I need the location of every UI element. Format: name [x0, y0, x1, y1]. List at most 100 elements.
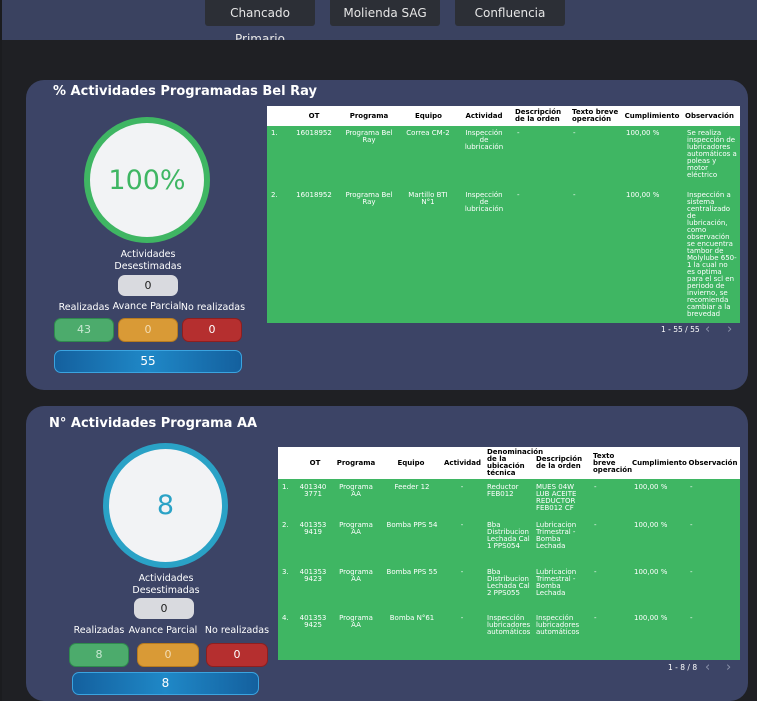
noreal-label: No realizadas — [180, 302, 246, 313]
cell-descripcion: MUES 04W LUB ACEITE REDUCTOR FEB012 CF — [536, 483, 577, 512]
cell-texto: - — [594, 568, 597, 576]
cell-descripcion: Lubricacion Trimestral - Bomba Lechada — [536, 521, 577, 550]
activities-table: OT Programa Equipo Actividad Descripción… — [267, 106, 740, 337]
cell-descripcion: - — [517, 191, 520, 199]
cell-texto: - — [594, 483, 597, 491]
cell-cumplimiento: 100,00 % — [626, 191, 660, 199]
col-actividad: Actividad — [444, 459, 482, 467]
panel-title: N° Actividades Programa AA — [49, 416, 258, 431]
gauge-value: 100% — [108, 164, 186, 196]
table-footer: 1 - 55 / 55 ‹ › — [267, 323, 740, 337]
col-actividad: Actividad — [465, 112, 503, 120]
table-header: OT Programa Equipo Actividad Denominació… — [278, 447, 740, 479]
col-equipo: Equipo — [397, 459, 425, 467]
cell-ot: 4013403771 — [299, 483, 327, 498]
tab-chancado-primario[interactable]: Chancado Primario — [205, 0, 315, 46]
noreal-label: No realizadas — [204, 625, 270, 636]
row-number: 2. — [282, 521, 289, 529]
cell-programa: Programa AA — [339, 568, 373, 583]
cell-cumplimiento: 100,00 % — [634, 521, 668, 529]
avance-label: Avance Parcial — [128, 625, 198, 636]
cell-observacion: Se realiza inspección de lubricadores au… — [687, 129, 737, 179]
col-texto: Texto breve operación — [593, 452, 633, 474]
cell-equipo: Bomba PPS 54 — [386, 521, 438, 529]
panel-bel-ray: % Actividades Programadas Bel Ray 100% A… — [26, 80, 748, 390]
cell-cumplimiento: 100,00 % — [626, 129, 660, 137]
cell-texto: - — [573, 191, 576, 199]
col-ubicacion: Denominación de la ubicación técnica — [487, 448, 544, 477]
noreal-value: 0 — [206, 643, 268, 667]
cell-equipo: Bomba PPS 55 — [386, 568, 438, 576]
realizadas-label: Realizadas — [73, 625, 125, 636]
cell-equipo: Martillo BTI N°1 — [408, 191, 448, 206]
realizadas-label: Realizadas — [58, 302, 110, 313]
total-value: 8 — [72, 672, 259, 695]
gauge-value: 8 — [156, 490, 175, 521]
prev-page-icon[interactable]: ‹ — [705, 661, 710, 674]
panel-programa-aa: N° Actividades Programa AA 8 Actividades… — [26, 406, 748, 701]
avance-value: 0 — [118, 318, 178, 342]
cell-ubicacion: Bba Distribucion Lechada Cal 1 PPS054 — [487, 521, 530, 550]
row-number: 1. — [271, 129, 278, 137]
realizadas-value: 43 — [54, 318, 114, 342]
table-footer: 1 - 8 / 8 ‹ › — [278, 660, 740, 675]
tab-confluencia[interactable]: Confluencia — [455, 0, 565, 26]
cell-programa: Programa AA — [339, 614, 373, 629]
row-number: 3. — [282, 568, 289, 576]
cell-texto: - — [594, 521, 597, 529]
pager-text: 1 - 8 / 8 — [668, 663, 698, 672]
cell-equipo: Correa CM-2 — [406, 129, 450, 137]
cell-observacion: - — [690, 483, 693, 491]
col-ot: OT — [309, 459, 321, 467]
cell-descripcion: - — [517, 129, 520, 137]
cell-ot: 4013539423 — [299, 568, 327, 583]
col-programa: Programa — [349, 112, 389, 120]
col-cumplimiento: Cumplimiento — [624, 112, 680, 120]
cell-ot: 4013539425 — [299, 614, 327, 629]
col-descripcion: Descripción de la orden — [536, 455, 583, 470]
desestimadas-label: Actividades Desestimadas — [132, 573, 200, 596]
cell-descripcion: Lubricacion Trimestral - Bomba Lechada — [536, 568, 577, 597]
cell-equipo: Feeder 12 — [394, 483, 430, 491]
col-observacion: Observación — [688, 459, 738, 467]
cell-descripcion: Inspección lubricadores automáticos — [536, 614, 580, 636]
col-cumplimiento: Cumplimiento — [632, 459, 687, 467]
noreal-value: 0 — [182, 318, 242, 342]
col-observacion: Observación — [685, 112, 734, 120]
col-programa: Programa — [336, 459, 376, 467]
cell-observacion: Inspección a sistema centralizado de lub… — [687, 191, 737, 318]
desestimadas-label: Actividades Desestimadas — [114, 249, 182, 272]
cell-observacion: - — [690, 614, 693, 622]
prev-page-icon[interactable]: ‹ — [705, 323, 710, 336]
cell-actividad: - — [460, 521, 464, 529]
cell-actividad: - — [460, 614, 464, 622]
cell-ot: 16018952 — [296, 191, 332, 199]
cell-cumplimiento: 100,00 % — [634, 568, 668, 576]
gauge-circle: 100% — [84, 117, 210, 243]
cell-equipo: Bomba N°61 — [389, 614, 435, 622]
cell-ubicacion: Reductor FEB012 — [487, 483, 519, 498]
cell-texto: - — [573, 129, 576, 137]
cell-ubicacion: Bba Distribucion Lechada Cal 2 PPS055 — [487, 568, 530, 597]
tab-molienda-sag[interactable]: Molienda SAG — [330, 0, 440, 26]
col-texto: Texto breve operación — [572, 108, 619, 123]
total-value: 55 — [54, 350, 242, 373]
cell-cumplimiento: 100,00 % — [634, 483, 668, 491]
avance-label: Avance Parcial — [112, 301, 182, 312]
cell-texto: - — [594, 614, 597, 622]
cell-actividad: - — [460, 568, 464, 576]
next-page-icon[interactable]: › — [726, 661, 731, 674]
table-header: OT Programa Equipo Actividad Descripción… — [267, 106, 740, 126]
cell-programa: Programa Bel Ray — [345, 129, 393, 144]
row-number: 4. — [282, 614, 289, 622]
cell-actividad: Inspección de lubricación — [464, 191, 504, 213]
realizadas-value: 8 — [69, 643, 129, 667]
cell-programa: Programa AA — [339, 483, 373, 498]
cell-ot: 16018952 — [296, 129, 332, 137]
next-page-icon[interactable]: › — [727, 323, 732, 336]
row-number: 2. — [271, 191, 278, 199]
col-descripcion: Descripción de la orden — [515, 108, 562, 123]
avance-value: 0 — [137, 643, 199, 667]
col-equipo: Equipo — [415, 112, 442, 120]
cell-actividad: - — [460, 483, 464, 491]
